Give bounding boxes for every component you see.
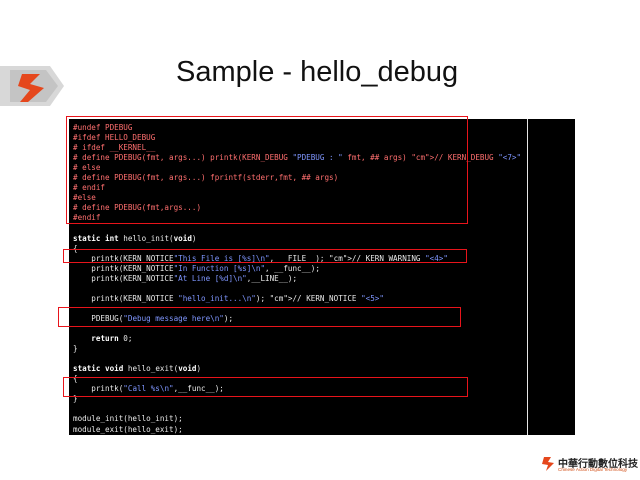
code-line: return 0; [91,334,133,344]
code-line: } [73,344,78,354]
highlight-box-pdebug-call [58,307,461,327]
slide-title: Sample - hello_debug [176,56,459,88]
code-line: printk(KERN_NOTICE"At Line [%d]\n",__LIN… [73,273,298,283]
highlight-box-call-func [63,377,468,397]
code-line: module_init(hello_init); [73,414,183,424]
code-line: printk(KERN_NOTICE"In Function [%s]\n", … [73,263,320,273]
brand-subtitle: Chinese Action Digital Technology [558,467,628,472]
highlight-box-printk-file [63,249,467,263]
code-line: printk(KERN_NOTICE "hello_init...\n"); "… [73,293,384,303]
code-line: static int hello_init(void) [73,233,197,243]
brand-footer: 中華行動數位科技 Chinese Action Digital Technolo… [540,454,638,476]
editor-column-guide [527,119,528,435]
highlight-box-debug-macro [66,116,468,224]
code-line: module_exit(hello_exit); [73,424,183,434]
company-logo-icon [0,66,64,106]
brand-logo-icon [542,457,554,471]
code-line: static void hello_exit(void) [73,364,202,374]
